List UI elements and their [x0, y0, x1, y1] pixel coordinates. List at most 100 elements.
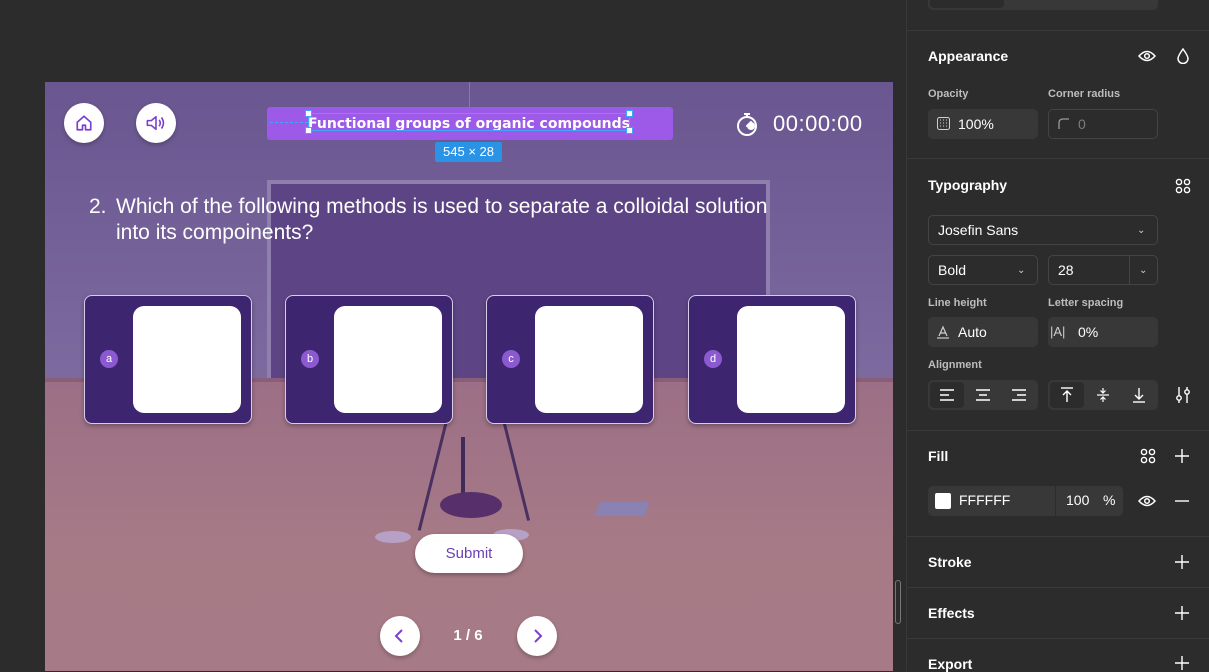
- question-text: Which of the following methods is used t…: [116, 195, 768, 244]
- align-right-icon: [1012, 389, 1026, 401]
- question-number: 2.: [89, 195, 107, 218]
- chevron-down-icon[interactable]: ⌄: [1139, 256, 1147, 286]
- resize-handle-top-left[interactable]: [305, 110, 312, 117]
- sound-button[interactable]: [136, 103, 176, 143]
- field-separator: [1129, 256, 1130, 284]
- add-stroke-button[interactable]: [1172, 552, 1192, 572]
- fill-color-swatch[interactable]: [935, 493, 951, 509]
- letter-spacing-label: Letter spacing: [1048, 297, 1124, 309]
- visibility-toggle[interactable]: [1136, 46, 1158, 66]
- question: 2. Which of the following methods is use…: [89, 194, 779, 246]
- plus-icon: [1175, 606, 1189, 620]
- option-card-d[interactable]: d: [688, 295, 856, 424]
- speaker-icon: [146, 115, 165, 131]
- canvas-area[interactable]: Functional groups of organic compounds 5…: [0, 0, 906, 671]
- option-image[interactable]: [737, 306, 845, 413]
- corner-radius-label: Corner radius: [1048, 88, 1121, 100]
- scene-plate: [594, 502, 650, 516]
- remove-fill-button[interactable]: [1172, 491, 1192, 511]
- option-letter: c: [502, 350, 520, 368]
- align-bottom-button[interactable]: [1122, 382, 1156, 408]
- home-button[interactable]: [64, 103, 104, 143]
- line-height-value: Auto: [958, 324, 987, 340]
- divider: [907, 158, 1209, 159]
- stroke-title: Stroke: [928, 554, 972, 570]
- resize-handle-bottom-right[interactable]: [626, 127, 633, 134]
- line-height-icon: [937, 325, 949, 339]
- type-settings-button[interactable]: [1172, 383, 1194, 407]
- corner-radius-field[interactable]: 0: [1048, 109, 1158, 139]
- alignment-guide: [270, 122, 308, 123]
- text-styles-button[interactable]: [1172, 176, 1194, 196]
- font-weight-value: Bold: [938, 262, 967, 278]
- styles-grid-icon: [1175, 178, 1191, 194]
- typography-title: Typography: [928, 177, 1008, 193]
- divider: [907, 430, 1209, 431]
- line-height-field[interactable]: Auto: [928, 317, 1038, 347]
- align-center-button[interactable]: [966, 382, 1000, 408]
- prev-button[interactable]: [380, 616, 420, 656]
- font-family-select[interactable]: Josefin Sans ⌄: [928, 215, 1158, 245]
- line-height-label: Line height: [928, 297, 987, 309]
- font-family-value: Josefin Sans: [938, 222, 1019, 238]
- option-image[interactable]: [133, 306, 241, 413]
- blend-mode-button[interactable]: [1173, 46, 1193, 66]
- submit-button[interactable]: Submit: [415, 534, 523, 573]
- horizontal-align-control[interactable]: [928, 380, 1038, 410]
- alignment-label: Alignment: [928, 359, 982, 371]
- fill-styles-button[interactable]: [1137, 446, 1159, 466]
- letter-spacing-icon: |A|: [1050, 324, 1066, 339]
- font-weight-select[interactable]: Bold ⌄: [928, 255, 1038, 285]
- align-middle-icon: [1097, 388, 1109, 402]
- segment-active[interactable]: [930, 0, 1004, 8]
- appearance-title: Appearance: [928, 48, 1009, 64]
- divider: [907, 30, 1209, 31]
- option-card-c[interactable]: c: [486, 295, 654, 424]
- scene-stand-base: [440, 492, 502, 518]
- align-center-icon: [976, 389, 990, 401]
- field-separator: [1055, 486, 1056, 516]
- option-image[interactable]: [535, 306, 643, 413]
- sliders-icon: [1176, 387, 1190, 403]
- add-export-button[interactable]: [1172, 654, 1192, 671]
- chevron-left-icon: [394, 629, 403, 643]
- align-middle-button[interactable]: [1086, 382, 1120, 408]
- top-segmented-control[interactable]: [928, 0, 1158, 10]
- eye-icon: [1138, 50, 1156, 62]
- option-card-a[interactable]: a: [84, 295, 252, 424]
- canvas-scrollbar[interactable]: [895, 580, 901, 624]
- align-top-button[interactable]: [1050, 382, 1084, 408]
- corner-radius-icon: [1058, 118, 1069, 129]
- add-effect-button[interactable]: [1172, 603, 1192, 623]
- option-image[interactable]: [334, 306, 442, 413]
- divider: [907, 536, 1209, 537]
- game-frame[interactable]: Functional groups of organic compounds 5…: [45, 82, 893, 671]
- fill-hex-value[interactable]: FFFFFF: [959, 485, 1010, 515]
- resize-handle-top-right[interactable]: [626, 110, 633, 117]
- vertical-align-control[interactable]: [1048, 380, 1158, 410]
- opacity-label: Opacity: [928, 88, 969, 100]
- option-letter: b: [301, 350, 319, 368]
- selection-box[interactable]: [308, 113, 630, 131]
- export-title: Export: [928, 656, 973, 672]
- opacity-value: 100%: [958, 116, 994, 132]
- option-card-b[interactable]: b: [285, 295, 453, 424]
- fill-visibility-toggle[interactable]: [1136, 491, 1158, 511]
- letter-spacing-field[interactable]: |A| 0%: [1048, 317, 1158, 347]
- stopwatch-icon: [735, 111, 759, 142]
- add-fill-button[interactable]: [1172, 446, 1192, 466]
- droplet-icon: [1177, 48, 1189, 64]
- fill-color-field[interactable]: FFFFFF 100 %: [928, 486, 1123, 516]
- resize-handle-bottom-left[interactable]: [305, 127, 312, 134]
- next-button[interactable]: [517, 616, 557, 656]
- fill-title: Fill: [928, 448, 949, 464]
- opacity-field[interactable]: 100%: [928, 109, 1038, 139]
- home-icon: [76, 115, 92, 131]
- align-right-button[interactable]: [1002, 382, 1036, 408]
- font-size-field[interactable]: 28 ⌄: [1048, 255, 1158, 285]
- align-left-button[interactable]: [930, 382, 964, 408]
- fill-opacity-value[interactable]: 100: [1066, 485, 1089, 515]
- plus-icon: [1175, 449, 1189, 463]
- properties-panel: Appearance Opacity Corner radius 100% 0 …: [906, 0, 1209, 672]
- plus-icon: [1175, 655, 1189, 670]
